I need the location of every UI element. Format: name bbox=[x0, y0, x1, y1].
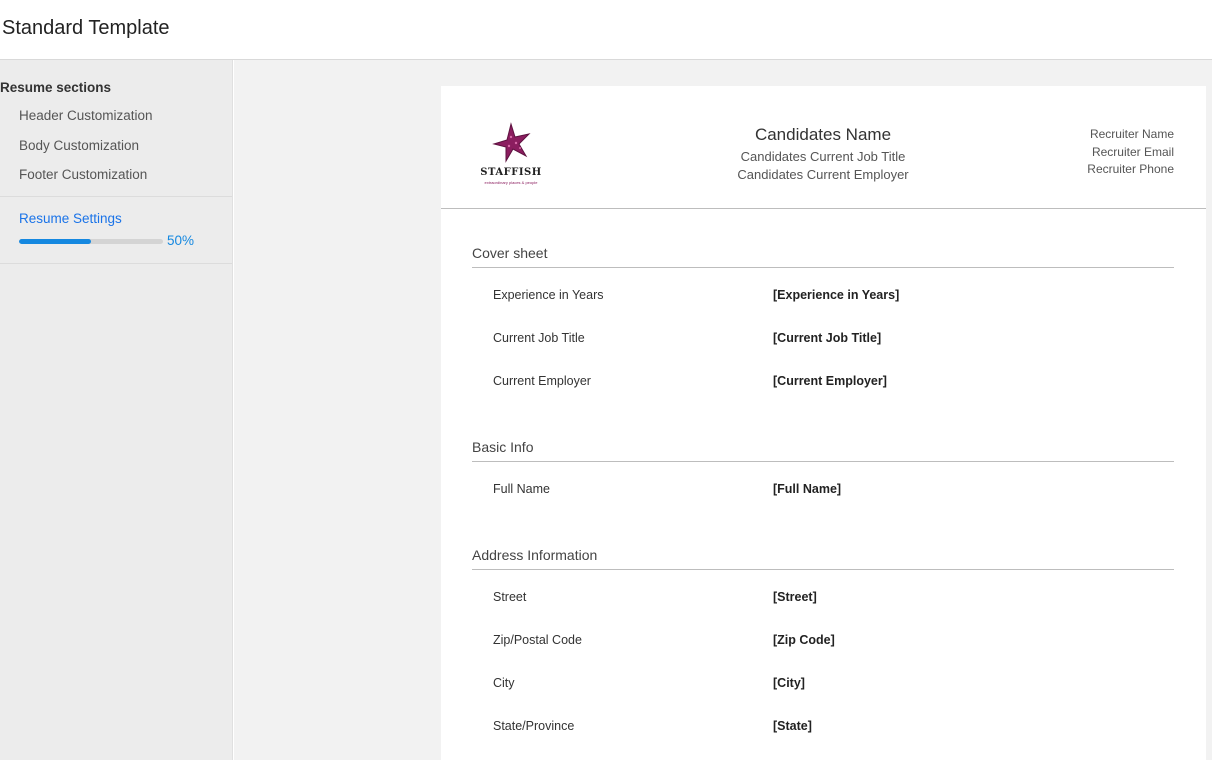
field-label: City bbox=[493, 676, 515, 690]
settings-progress-text: 50% bbox=[167, 233, 195, 248]
sidebar-divider bbox=[0, 196, 232, 197]
settings-progress-fill bbox=[19, 239, 91, 244]
resume-header: STAFFISH extraordinary places & people C… bbox=[441, 86, 1206, 209]
sidebar-heading: Resume sections bbox=[0, 80, 112, 95]
field-value: [City] bbox=[773, 676, 805, 690]
resume-document: STAFFISH extraordinary places & people C… bbox=[441, 86, 1206, 760]
field-value: [Experience in Years] bbox=[773, 288, 900, 302]
section-title-address-information: Address Information bbox=[472, 547, 598, 563]
field-value: [Current Employer] bbox=[773, 374, 887, 388]
candidate-job-title: Candidates Current Job Title bbox=[740, 149, 906, 164]
sidebar-divider bbox=[0, 263, 232, 264]
field-value: [Current Job Title] bbox=[773, 331, 882, 345]
starfish-icon bbox=[492, 122, 531, 163]
sidebar-item-resume-settings[interactable]: Resume Settings bbox=[19, 211, 122, 226]
sidebar-item-body-customization[interactable]: Body Customization bbox=[19, 138, 139, 153]
field-label: State/Province bbox=[493, 719, 575, 733]
top-bar: Standard Template bbox=[0, 0, 1212, 60]
section-divider bbox=[472, 461, 1174, 462]
field-value: [State] bbox=[773, 719, 812, 733]
section-title-basic-info: Basic Info bbox=[472, 439, 534, 455]
sidebar: Resume sections Header Customization Bod… bbox=[0, 60, 233, 760]
recruiter-name: Recruiter Name bbox=[1089, 127, 1174, 141]
field-label: Experience in Years bbox=[493, 288, 604, 302]
field-label: Street bbox=[493, 590, 527, 604]
recruiter-email: Recruiter Email bbox=[1091, 145, 1174, 159]
field-label: Current Employer bbox=[493, 374, 591, 388]
sidebar-item-footer-customization[interactable]: Footer Customization bbox=[19, 167, 147, 182]
sidebar-item-header-customization[interactable]: Header Customization bbox=[19, 108, 153, 123]
section-divider bbox=[472, 569, 1174, 570]
candidate-name: Candidates Name bbox=[754, 125, 892, 144]
section-title-cover-sheet: Cover sheet bbox=[472, 245, 548, 261]
company-logo: STAFFISH extraordinary places & people bbox=[476, 122, 546, 188]
field-label: Full Name bbox=[493, 482, 550, 496]
logo-brand-text: STAFFISH bbox=[480, 167, 542, 178]
field-label: Current Job Title bbox=[493, 331, 585, 345]
field-value: [Street] bbox=[773, 590, 817, 604]
section-divider bbox=[472, 267, 1174, 268]
field-label: Zip/Postal Code bbox=[493, 633, 582, 647]
page-title: Standard Template bbox=[2, 17, 170, 39]
candidate-employer: Candidates Current Employer bbox=[737, 167, 909, 182]
field-value: [Zip Code] bbox=[773, 633, 835, 647]
recruiter-phone: Recruiter Phone bbox=[1087, 162, 1174, 176]
logo-tagline: extraordinary places & people bbox=[484, 180, 538, 185]
field-value: [Full Name] bbox=[773, 482, 842, 496]
settings-progress-bar bbox=[19, 239, 163, 244]
